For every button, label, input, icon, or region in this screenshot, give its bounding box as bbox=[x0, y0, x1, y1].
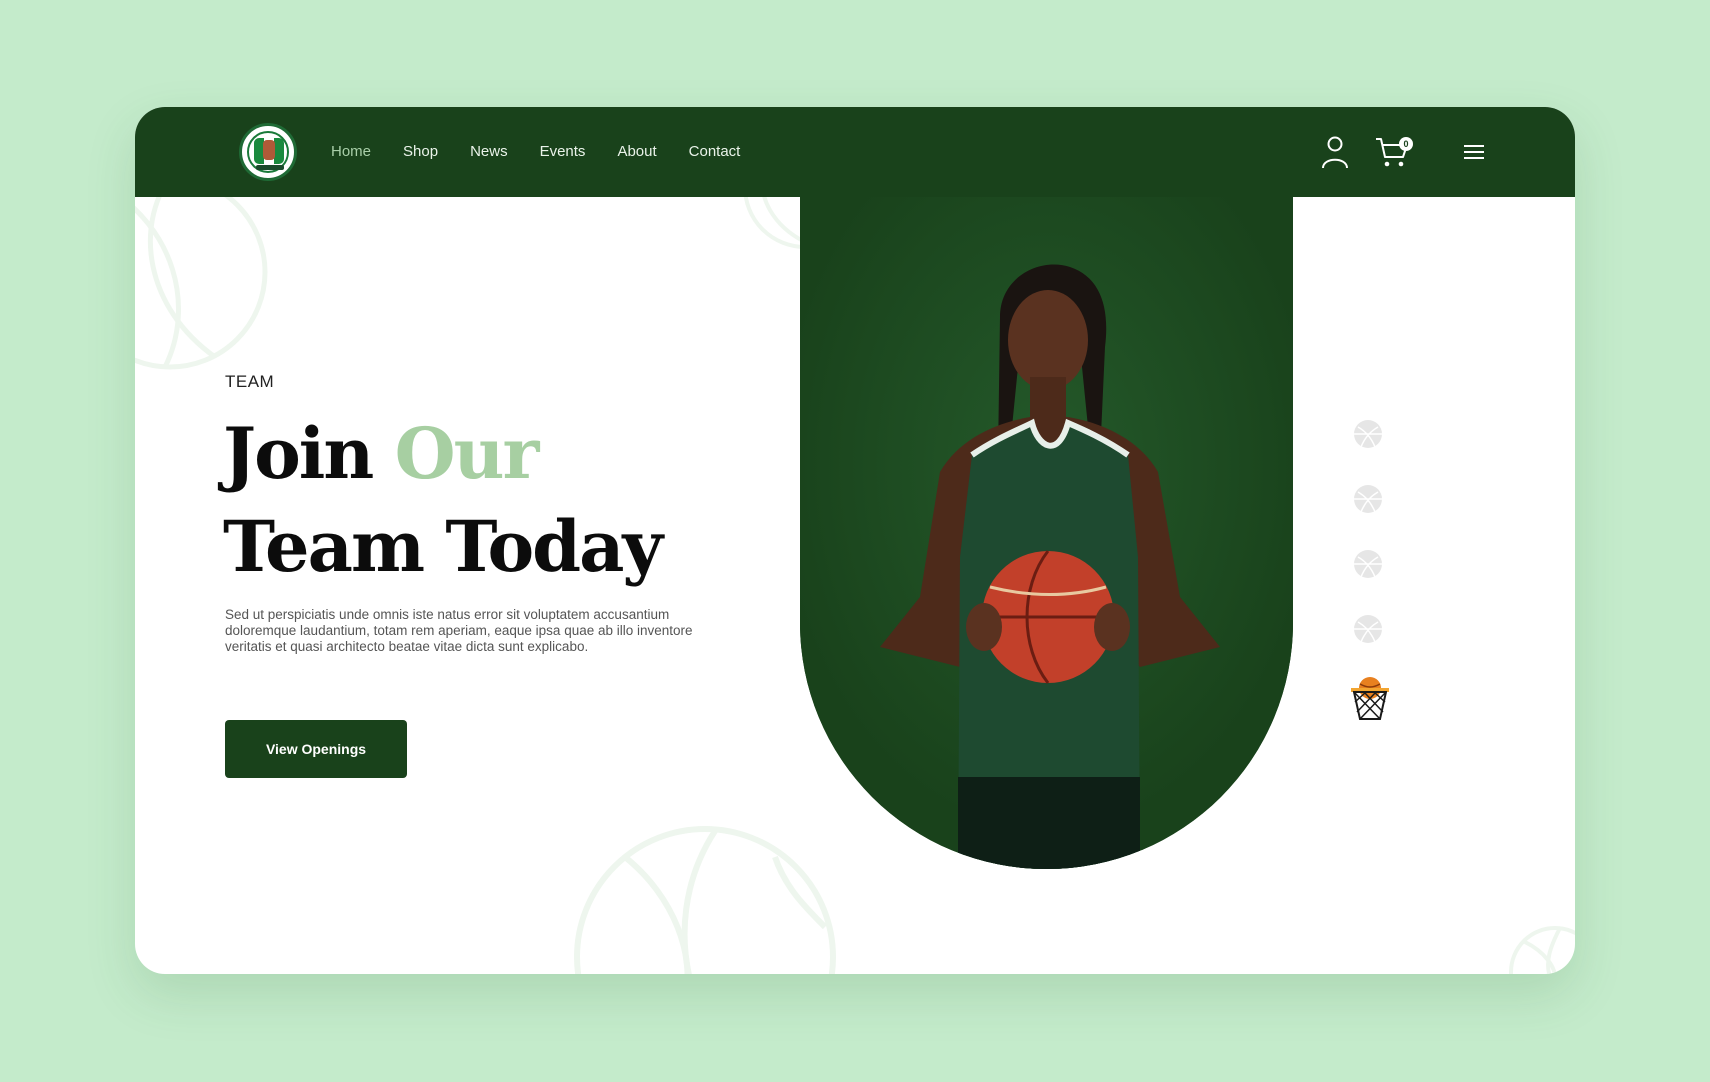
player-illustration bbox=[800, 197, 1293, 869]
federation-logo[interactable] bbox=[239, 123, 297, 181]
slide-dot-1[interactable] bbox=[1353, 419, 1383, 449]
nav-link-shop[interactable]: Shop bbox=[403, 143, 438, 160]
menu-icon[interactable] bbox=[1463, 143, 1485, 161]
navbar: Home Shop News Events About Contact 0 bbox=[135, 107, 1575, 197]
slide-dot-2[interactable] bbox=[1353, 484, 1383, 514]
headline-word-our: Our bbox=[394, 412, 540, 495]
nav-link-contact[interactable]: Contact bbox=[689, 143, 741, 160]
slide-dot-4[interactable] bbox=[1353, 614, 1383, 644]
basketball-decoration-bottom bbox=[574, 826, 836, 974]
nav-link-events[interactable]: Events bbox=[540, 143, 586, 160]
headline-word-join: Join bbox=[223, 412, 374, 495]
user-icon[interactable] bbox=[1321, 135, 1349, 169]
cart-count-badge: 0 bbox=[1399, 137, 1413, 151]
section-eyebrow: TEAM bbox=[225, 372, 275, 391]
slide-dot-3[interactable] bbox=[1353, 549, 1383, 579]
landing-card: Home Shop News Events About Contact 0 TE… bbox=[135, 107, 1575, 974]
hero-description: Sed ut perspiciatis unde omnis iste natu… bbox=[225, 607, 693, 654]
nav-link-news[interactable]: News bbox=[470, 143, 508, 160]
view-openings-button[interactable]: View Openings bbox=[225, 720, 407, 778]
nav-link-home[interactable]: Home bbox=[331, 143, 371, 160]
hero-image-panel bbox=[800, 197, 1293, 869]
basketball-decoration-bottom-right bbox=[1509, 926, 1575, 974]
headline-line-two: Team Today bbox=[223, 505, 663, 588]
hero-headline: Join Our Team Today bbox=[223, 407, 663, 593]
basketball-hoop-icon[interactable] bbox=[1349, 676, 1391, 722]
nav-link-about[interactable]: About bbox=[617, 143, 656, 160]
main-nav: Home Shop News Events About Contact bbox=[331, 143, 772, 160]
basketball-decoration-top-left bbox=[135, 174, 268, 370]
